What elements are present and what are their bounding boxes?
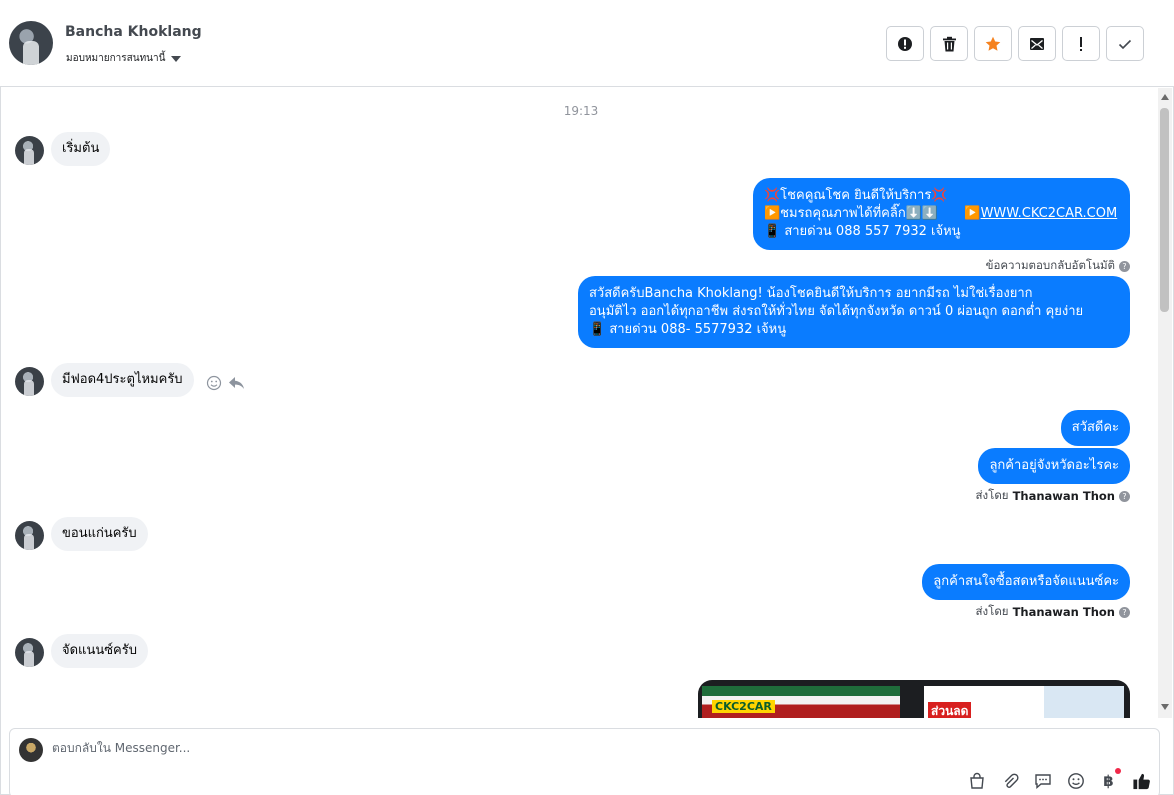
- incoming-message[interactable]: ขอนแก่นครับ: [51, 517, 148, 551]
- envelope-icon: [1029, 36, 1045, 52]
- avatar[interactable]: [9, 21, 53, 65]
- check-icon: [1117, 36, 1133, 52]
- message-line: 💢โชคคูณโชค ยินดีให้บริการ💢: [764, 188, 948, 203]
- outgoing-message[interactable]: สวัสดีคะ: [1060, 410, 1130, 446]
- help-icon[interactable]: ?: [1119, 490, 1130, 502]
- react-emoji-icon[interactable]: [206, 375, 222, 396]
- message-line: ▶️ชมรถคุณภาพได้ที่คลิ๊ก⬇️⬇️ ▶️WWW.CKC2CA…: [764, 205, 1119, 223]
- image-attachment[interactable]: CKC2CAR ส่วนลด: [698, 680, 1130, 718]
- shop-icon[interactable]: [967, 771, 986, 790]
- reply-input[interactable]: [52, 741, 952, 755]
- delete-button[interactable]: [930, 26, 968, 61]
- saved-reply-icon[interactable]: [1033, 771, 1052, 790]
- avatar[interactable]: [15, 367, 44, 396]
- composer-tools: ฿: [967, 768, 1151, 790]
- outgoing-message[interactable]: ลูกค้าอยู่จังหวัดอะไรคะ: [978, 448, 1130, 484]
- avatar[interactable]: [15, 521, 44, 550]
- auto-reply-label: ข้อความตอบกลับอัตโนมัติ ?: [986, 257, 1130, 275]
- help-icon[interactable]: ?: [1119, 260, 1130, 272]
- trash-icon: [942, 36, 957, 52]
- auto-reply-text: ข้อความตอบกลับอัตโนมัติ: [985, 258, 1115, 272]
- exclamation-icon: [1078, 36, 1084, 52]
- baht-glyph: ฿: [1103, 771, 1114, 790]
- reply-icon[interactable]: [228, 375, 245, 396]
- mark-done-button[interactable]: [1106, 26, 1144, 61]
- contact-name[interactable]: Bancha Khoklang: [65, 24, 202, 40]
- image-label: CKC2CAR: [712, 700, 775, 713]
- play-icon: ▶️: [964, 206, 981, 221]
- website-link[interactable]: WWW.CKC2CAR.COM: [981, 206, 1118, 221]
- scroll-up-icon[interactable]: [1161, 94, 1169, 100]
- incoming-message[interactable]: เริ่มต้น: [51, 132, 111, 166]
- avatar[interactable]: [15, 638, 44, 667]
- thread-scrollbar[interactable]: [1158, 88, 1172, 718]
- mark-spam-button[interactable]: [886, 26, 924, 61]
- attachment-icon[interactable]: [1000, 771, 1019, 790]
- discount-ad-image[interactable]: ส่วนลด: [924, 686, 1124, 718]
- sent-by-label: ส่งโดย Thanawan Thon ?: [976, 603, 1130, 621]
- outgoing-message[interactable]: ลูกค้าสนใจซื้อสดหรือจัดแนนซ์คะ: [922, 564, 1130, 600]
- page-avatar: [19, 738, 43, 762]
- scroll-down-icon[interactable]: [1161, 704, 1169, 710]
- sent-by-prefix: ส่งโดย: [975, 488, 1009, 502]
- incoming-message[interactable]: มีฟอด4ประตูไหมครับ: [51, 363, 194, 397]
- message-line: อนุมัติไว ออกได้ทุกอาชีพ ส่งรถให้ทั่วไทย…: [589, 304, 1084, 319]
- message-line-text: ▶️ชมรถคุณภาพได้ที่คลิ๊ก⬇️⬇️: [764, 206, 939, 221]
- star-icon: [985, 36, 1001, 52]
- emoji-icon[interactable]: [1066, 771, 1085, 790]
- alert-circle-icon: [897, 36, 913, 52]
- image-label: ส่วนลด: [928, 702, 972, 718]
- notification-dot: [1115, 768, 1121, 774]
- follow-up-button[interactable]: [1062, 26, 1100, 61]
- caret-down-icon: [171, 55, 182, 62]
- star-button[interactable]: [974, 26, 1012, 61]
- incoming-message[interactable]: จัดแนนซ์ครับ: [51, 634, 148, 668]
- outgoing-message[interactable]: 💢โชคคูณโชค ยินดีให้บริการ💢 ▶️ชมรถคุณภาพไ…: [753, 178, 1130, 250]
- sender-name[interactable]: Thanawan Thon: [1013, 489, 1115, 503]
- message-line: สวัสดีครับBancha Khoklang! น้องโชคยินดีใ…: [589, 286, 1033, 301]
- sent-by-label: ส่งโดย Thanawan Thon ?: [976, 487, 1130, 505]
- assign-conversation-dropdown[interactable]: มอบหมายการสนทนานี้: [66, 51, 182, 66]
- message-line: 📱 สายด่วน 088 557 7932 เจ้หนู: [764, 224, 961, 239]
- payment-icon[interactable]: ฿: [1099, 768, 1121, 790]
- help-icon[interactable]: ?: [1119, 606, 1130, 618]
- thread-timestamp: 19:13: [563, 104, 599, 118]
- message-line: 📱 สายด่วน 088- 5577932 เจ้หนู: [589, 322, 787, 337]
- sent-by-prefix: ส่งโดย: [975, 604, 1009, 618]
- message-composer: ฿: [9, 728, 1160, 795]
- conversation-header: Bancha Khoklang มอบหมายการสนทนานี้: [0, 0, 1174, 87]
- message-actions: [206, 375, 245, 396]
- mark-unread-button[interactable]: [1018, 26, 1056, 61]
- avatar[interactable]: [15, 136, 44, 165]
- sender-name[interactable]: Thanawan Thon: [1013, 605, 1115, 619]
- scroll-thumb[interactable]: [1160, 108, 1169, 312]
- car-ad-image[interactable]: CKC2CAR: [702, 686, 900, 718]
- outgoing-message[interactable]: สวัสดีครับBancha Khoklang! น้องโชคยินดีใ…: [578, 276, 1130, 348]
- assign-label: มอบหมายการสนทนานี้: [66, 53, 166, 64]
- thumbs-up-icon[interactable]: [1132, 771, 1151, 790]
- message-thread: 19:13 เริ่มต้น 💢โชคคูณโชค ยินดีให้บริการ…: [0, 88, 1158, 718]
- conversation-toolbar: [886, 26, 1144, 61]
